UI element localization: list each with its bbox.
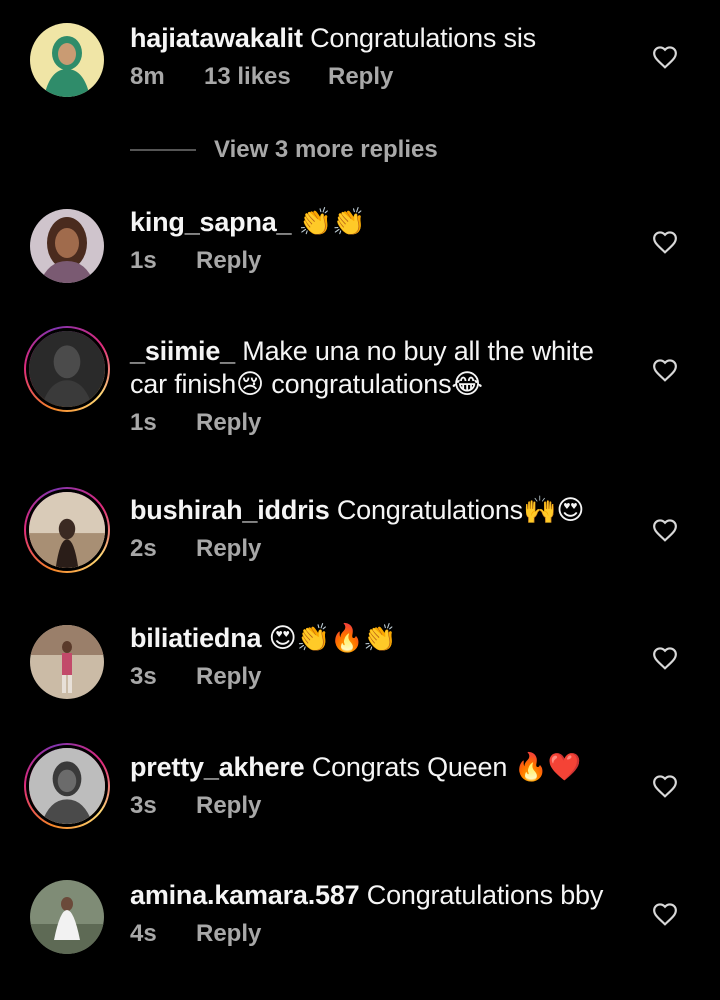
- comment-meta: 3s Reply: [130, 792, 630, 820]
- comment-meta: 8m 13 likes Reply: [130, 63, 630, 91]
- view-more-replies-label: View 3 more replies: [214, 136, 438, 163]
- avatar-story-ring[interactable]: [24, 487, 110, 573]
- timestamp: 4s: [130, 920, 157, 947]
- avatar-image: [26, 328, 108, 410]
- comment-text: Congratulations bby: [366, 880, 604, 910]
- comment-text: Congratulations sis: [310, 23, 536, 53]
- comment-text: 😍👏🔥👏: [268, 623, 397, 653]
- comment-meta: 4s Reply: [130, 920, 630, 948]
- timestamp: 8m: [130, 63, 165, 90]
- comment-text: Congrats Queen 🔥❤️: [311, 752, 582, 782]
- username[interactable]: _siimie_: [130, 336, 235, 366]
- avatar-image: [30, 209, 104, 283]
- heart-icon[interactable]: [652, 902, 678, 926]
- avatar-image: [26, 745, 108, 827]
- heart-icon[interactable]: [652, 358, 678, 382]
- avatar-image: [30, 880, 104, 954]
- comment-line: king_sapna_ 👏👏: [130, 206, 630, 239]
- heart-icon[interactable]: [652, 45, 678, 69]
- username[interactable]: amina.kamara.587: [130, 880, 360, 910]
- heart-icon[interactable]: [652, 518, 678, 542]
- comment-text-continued: car finish😢 congratulations😂: [130, 369, 483, 399]
- reply-button[interactable]: Reply: [196, 792, 261, 820]
- avatar[interactable]: [24, 17, 110, 103]
- reply-button[interactable]: Reply: [196, 409, 261, 437]
- like-count[interactable]: 13 likes: [204, 63, 328, 91]
- comment-meta: 1s Reply: [130, 247, 630, 275]
- comment-meta: 1s Reply: [130, 409, 630, 437]
- heart-icon[interactable]: [652, 230, 678, 254]
- comment-text: 👏👏: [298, 207, 366, 237]
- comment-line: pretty_akhere Congrats Queen 🔥❤️: [130, 751, 630, 784]
- avatar-image: [30, 23, 104, 97]
- comment-text: Make una no buy all the white: [242, 336, 594, 366]
- comment-line: hajiatawakalit Congratulations sis: [130, 22, 630, 55]
- avatar-image: [26, 489, 108, 571]
- avatar[interactable]: [24, 203, 110, 289]
- heart-icon[interactable]: [652, 774, 678, 798]
- reply-button[interactable]: Reply: [196, 920, 261, 948]
- timestamp: 1s: [130, 247, 157, 274]
- comment-line: amina.kamara.587 Congratulations bby: [130, 879, 630, 912]
- divider: [130, 149, 196, 151]
- username[interactable]: biliatiedna: [130, 623, 262, 653]
- comment-line-2: car finish😢 congratulations😂: [130, 368, 630, 401]
- timestamp: 3s: [130, 792, 157, 819]
- timestamp: 2s: [130, 535, 157, 562]
- comment-line: biliatiedna 😍👏🔥👏: [130, 622, 630, 655]
- username[interactable]: bushirah_iddris: [130, 495, 330, 525]
- comment-meta: 3s Reply: [130, 663, 630, 691]
- comment-meta: 2s Reply: [130, 535, 630, 563]
- reply-button[interactable]: Reply: [196, 663, 261, 691]
- comment-line: _siimie_ Make una no buy all the white: [130, 335, 630, 368]
- reply-button[interactable]: Reply: [328, 63, 393, 91]
- avatar[interactable]: [24, 874, 110, 960]
- avatar-story-ring[interactable]: [24, 326, 110, 412]
- avatar[interactable]: [24, 619, 110, 705]
- timestamp: 3s: [130, 663, 157, 690]
- reply-button[interactable]: Reply: [196, 247, 261, 275]
- username[interactable]: king_sapna_: [130, 207, 292, 237]
- comment-text: Congratulations🙌😍: [336, 495, 585, 525]
- avatar-image: [30, 625, 104, 699]
- reply-button[interactable]: Reply: [196, 535, 261, 563]
- view-more-replies[interactable]: View 3 more replies: [130, 136, 438, 164]
- comment-line: bushirah_iddris Congratulations🙌😍: [130, 494, 630, 527]
- username[interactable]: hajiatawakalit: [130, 23, 303, 53]
- username[interactable]: pretty_akhere: [130, 752, 305, 782]
- timestamp: 1s: [130, 409, 157, 436]
- heart-icon[interactable]: [652, 646, 678, 670]
- avatar-story-ring[interactable]: [24, 743, 110, 829]
